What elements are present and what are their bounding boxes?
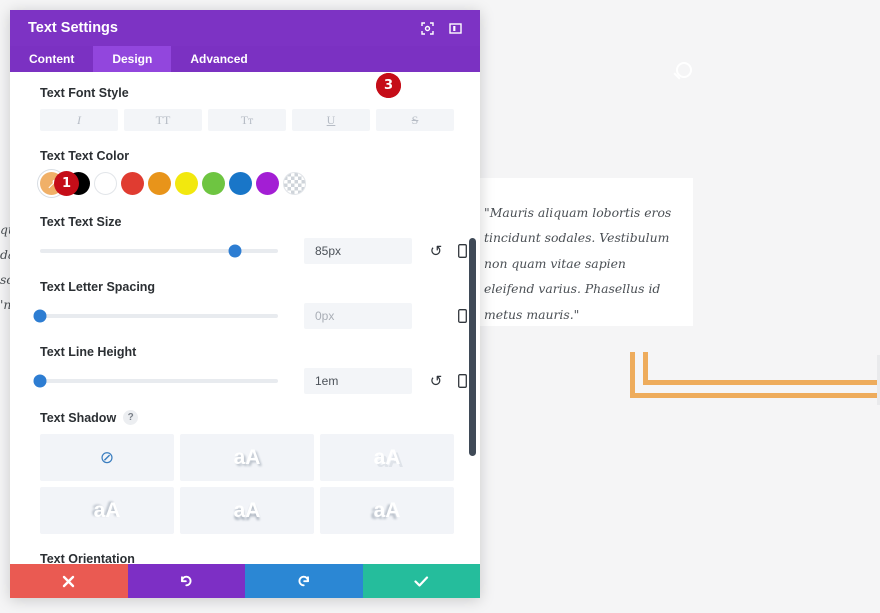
line-height-slider[interactable] xyxy=(33,374,278,388)
no-shadow-icon: ⊘ xyxy=(99,447,115,467)
letter-spacing-label: Text Letter Spacing xyxy=(40,280,156,294)
redo-button[interactable] xyxy=(245,564,363,598)
quote-text: "Mauris aliquam lobortis eros tincidunt … xyxy=(484,205,672,322)
orange-bracket-graphic xyxy=(630,352,880,398)
step-badge-3: 3 xyxy=(376,73,401,98)
text-size-reset-icon[interactable]: ↺ xyxy=(426,242,446,260)
swatch-orange[interactable] xyxy=(148,172,171,195)
tab-content[interactable]: Content xyxy=(10,46,93,72)
modal-tabs: Content Design Advanced xyxy=(10,46,480,72)
modal-action-bar xyxy=(10,564,480,598)
letter-spacing-slider[interactable] xyxy=(33,309,278,323)
text-settings-modal: Text Settings Content Design Advanced Te… xyxy=(10,10,480,598)
quote-card: "Mauris aliquam lobortis eros tincidunt … xyxy=(478,178,693,326)
letter-spacing-value[interactable]: 0px xyxy=(304,303,412,329)
letter-spacing-slider-handle[interactable] xyxy=(33,309,47,323)
strikethrough-glyph: S xyxy=(411,112,419,127)
shadow-sample-text: aA xyxy=(233,445,261,469)
line-height-value[interactable]: 1em xyxy=(304,368,412,394)
letter-spacing-row: 0px xyxy=(33,303,467,329)
swatch-green[interactable] xyxy=(202,172,225,195)
tab-advanced[interactable]: Advanced xyxy=(171,46,266,72)
text-color-label: Text Text Color xyxy=(40,149,130,163)
split-view-icon[interactable] xyxy=(444,17,466,39)
underline-glyph: U xyxy=(326,112,336,127)
text-orientation-label: Text Orientation xyxy=(40,552,135,564)
help-icon[interactable]: ? xyxy=(123,410,139,425)
shadow-sample-text: aA xyxy=(233,498,261,522)
line-height-label: Text Line Height xyxy=(40,345,137,359)
shadow-sample-text: aA xyxy=(373,445,401,469)
save-button[interactable] xyxy=(362,564,480,598)
capitalize-button[interactable]: Tт xyxy=(208,109,286,131)
search-icon xyxy=(676,62,692,78)
shadow-soft-bottom-right[interactable]: aA xyxy=(180,434,314,481)
text-shadow-label-text: Text Shadow xyxy=(40,410,117,425)
swatch-blue[interactable] xyxy=(229,172,252,195)
shadow-bottom-blur[interactable]: aA xyxy=(180,487,314,534)
shadow-hard-offset[interactable]: aA xyxy=(320,434,454,481)
line-height-row: 1em ↺ 3 xyxy=(33,73,467,394)
italic-glyph: I xyxy=(77,112,81,127)
strikethrough-button[interactable]: S xyxy=(376,109,454,131)
fullscreen-icon[interactable] xyxy=(416,17,438,39)
text-size-slider[interactable] xyxy=(40,244,278,258)
text-size-label: Text Text Size xyxy=(40,215,122,229)
text-shadow-label: Text Shadow ? xyxy=(40,410,454,425)
italic-button[interactable]: I xyxy=(40,109,118,131)
shadow-light-outline[interactable]: aA xyxy=(40,487,174,534)
text-shadow-grid: ⊘ aA aA aA aA aA xyxy=(40,434,454,534)
modal-title: Text Settings xyxy=(28,20,118,36)
modal-scrollbar[interactable] xyxy=(469,238,476,456)
shadow-left-offset[interactable]: aA xyxy=(320,487,454,534)
color-swatch-row: 1 xyxy=(40,171,454,196)
text-size-row: 85px ↺ 2 xyxy=(40,73,467,264)
undo-button[interactable] xyxy=(127,564,245,598)
modal-header: Text Settings xyxy=(10,10,480,46)
text-size-slider-handle[interactable] xyxy=(228,244,242,258)
modal-body: Text Font Style I TT Tт U S Text Text Co… xyxy=(10,72,480,564)
text-size-value[interactable]: 85px xyxy=(304,238,412,264)
underline-button[interactable]: U xyxy=(292,109,370,131)
line-height-reset-icon[interactable]: ↺ xyxy=(426,372,446,390)
uppercase-button[interactable]: TT xyxy=(124,109,202,131)
swatch-red[interactable] xyxy=(121,172,144,195)
font-style-button-row: I TT Tт U S xyxy=(40,109,454,131)
shadow-sample-text: aA xyxy=(373,498,401,522)
step-badge-1: 1 xyxy=(54,171,79,196)
swatch-purple[interactable] xyxy=(256,172,279,195)
shadow-none[interactable]: ⊘ xyxy=(40,434,174,481)
cancel-button[interactable] xyxy=(10,564,128,598)
swatch-transparent[interactable] xyxy=(283,172,306,195)
shadow-sample-text: aA xyxy=(93,498,121,522)
swatch-white[interactable] xyxy=(94,172,117,195)
line-height-slider-handle[interactable] xyxy=(33,374,47,388)
swatch-yellow[interactable] xyxy=(175,172,198,195)
tab-design[interactable]: Design xyxy=(93,46,172,72)
